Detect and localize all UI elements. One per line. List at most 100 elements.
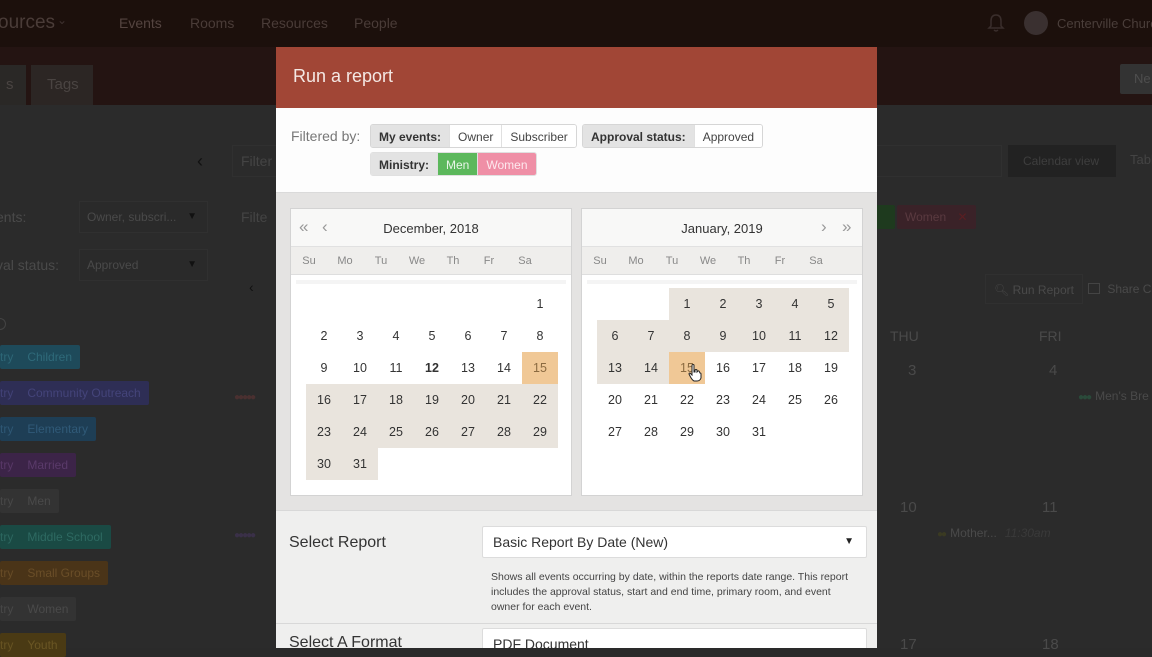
nav-people[interactable]: People — [354, 15, 398, 31]
calendar-day[interactable]: 4 — [777, 288, 813, 320]
calendar-day[interactable]: 6 — [597, 320, 633, 352]
nav-resources[interactable]: Resources — [261, 15, 328, 31]
calendar-day[interactable]: 20 — [597, 384, 633, 416]
ministry-tag[interactable]: try Youth — [0, 633, 66, 657]
remove-icon[interactable]: ✕ — [957, 210, 967, 224]
ministry-tag[interactable]: try Elementary — [0, 417, 97, 441]
calendar-day[interactable]: 17 — [741, 352, 777, 384]
calendar-day[interactable]: 16 — [705, 352, 741, 384]
select-report-dropdown[interactable]: Basic Report By Date (New) ▼ — [482, 526, 867, 558]
nav-events[interactable]: Events — [119, 15, 162, 31]
calendar-day[interactable]: 13 — [597, 352, 633, 384]
ministry-tag[interactable]: try Small Groups — [0, 561, 109, 585]
avatar[interactable] — [1024, 11, 1048, 35]
calendar-day[interactable]: 24 — [342, 416, 378, 448]
calendar-day[interactable]: 5 — [813, 288, 849, 320]
calendar-day[interactable]: 1 — [669, 288, 705, 320]
organization-name[interactable]: Centerville Church — [1057, 16, 1152, 31]
info-icon[interactable] — [0, 318, 6, 330]
calendar-day[interactable]: 7 — [633, 320, 669, 352]
calendar-day[interactable]: 26 — [414, 416, 450, 448]
calendar-day[interactable]: 15 — [522, 352, 558, 384]
nav-rooms[interactable]: Rooms — [190, 15, 234, 31]
tab-events[interactable]: s — [0, 65, 26, 105]
filter-value-approved[interactable]: Approved — [693, 125, 763, 147]
collapse-sidebar-icon[interactable]: ‹ — [197, 151, 203, 172]
calendar-day[interactable]: 27 — [597, 416, 633, 448]
calendar-day[interactable]: 7 — [486, 320, 522, 352]
filter-value-women[interactable]: Women — [477, 153, 536, 175]
calendar-day[interactable]: 18 — [378, 384, 414, 416]
ministry-tag[interactable]: try Married — [0, 453, 77, 477]
calendar-day[interactable]: 12 — [813, 320, 849, 352]
calendar-day[interactable]: 12 — [414, 352, 450, 384]
calendar-event[interactable]: ●● Mother... 11:30am — [937, 526, 1051, 540]
calendar-day[interactable]: 26 — [813, 384, 849, 416]
calendar-day[interactable]: 30 — [705, 416, 741, 448]
calendar-day[interactable]: 14 — [486, 352, 522, 384]
men-filter-chip[interactable] — [875, 205, 895, 229]
calendar-day[interactable]: 4 — [378, 320, 414, 352]
calendar-day[interactable]: 25 — [378, 416, 414, 448]
my-events-select[interactable]: Owner, subscri... ▼ — [79, 201, 208, 233]
tab-tags[interactable]: Tags — [31, 65, 93, 105]
calendar-view-button[interactable]: Calendar view — [1008, 145, 1116, 177]
calendar-day[interactable]: 28 — [486, 416, 522, 448]
ministry-tag[interactable]: try Men — [0, 489, 59, 513]
next-year-button[interactable]: » — [842, 217, 851, 237]
calendar-day[interactable]: 28 — [633, 416, 669, 448]
calendar-day[interactable]: 23 — [306, 416, 342, 448]
bell-icon[interactable] — [987, 13, 1005, 33]
calendar-day[interactable]: 6 — [450, 320, 486, 352]
chevron-down-icon[interactable]: ⌄ — [57, 13, 67, 27]
calendar-day[interactable]: 9 — [306, 352, 342, 384]
calendar-day[interactable]: 11 — [777, 320, 813, 352]
filter-value-owner[interactable]: Owner — [449, 125, 502, 147]
filter-value-men[interactable]: Men — [437, 153, 478, 175]
calendar-day[interactable]: 19 — [813, 352, 849, 384]
calendar-day[interactable]: 2 — [306, 320, 342, 352]
calendar-day[interactable]: 16 — [306, 384, 342, 416]
calendar-day[interactable]: 29 — [669, 416, 705, 448]
next-month-button[interactable]: › — [821, 217, 827, 237]
table-view-button[interactable]: Tabl — [1130, 152, 1152, 167]
share-calendar-button[interactable]: Share Ca — [1080, 274, 1152, 304]
calendar-day[interactable]: 8 — [669, 320, 705, 352]
calendar-day[interactable]: 19 — [414, 384, 450, 416]
calendar-day[interactable]: 11 — [378, 352, 414, 384]
calendar-day[interactable]: 10 — [741, 320, 777, 352]
calendar-day[interactable]: 24 — [741, 384, 777, 416]
calendar-day[interactable]: 31 — [342, 448, 378, 480]
calendar-day[interactable]: 18 — [777, 352, 813, 384]
calendar-day[interactable]: 23 — [705, 384, 741, 416]
approval-status-select[interactable]: Approved ▼ — [79, 249, 208, 281]
calendar-day[interactable]: 17 — [342, 384, 378, 416]
select-format-dropdown[interactable]: PDF Document — [482, 628, 867, 648]
calendar-day[interactable]: 9 — [705, 320, 741, 352]
calendar-day[interactable]: 2 — [705, 288, 741, 320]
calendar-day[interactable]: 30 — [306, 448, 342, 480]
calendar-day[interactable]: 22 — [669, 384, 705, 416]
previous-month-button[interactable]: ‹ — [243, 279, 265, 301]
calendar-day[interactable]: 20 — [450, 384, 486, 416]
ministry-tag[interactable]: try Children — [0, 345, 81, 369]
calendar-event[interactable]: ●●● Men's Bre — [1078, 389, 1149, 403]
filter-value-subscriber[interactable]: Subscriber — [501, 125, 576, 147]
women-filter-chip[interactable]: Women ✕ — [897, 205, 976, 229]
calendar-day[interactable]: 10 — [342, 352, 378, 384]
calendar-day[interactable]: 14 — [633, 352, 669, 384]
calendar-day[interactable]: 1 — [522, 288, 558, 320]
calendar-day[interactable]: 22 — [522, 384, 558, 416]
run-report-button[interactable]: 🔍︎ Run Report — [985, 274, 1083, 304]
calendar-day[interactable]: 5 — [414, 320, 450, 352]
ministry-tag[interactable]: try Women — [0, 597, 77, 621]
calendar-day[interactable]: 8 — [522, 320, 558, 352]
ministry-tag[interactable]: try Community Outreach — [0, 381, 149, 405]
calendar-day[interactable]: 3 — [741, 288, 777, 320]
brand-title[interactable]: ources — [0, 12, 55, 34]
new-button[interactable]: Ne — [1120, 64, 1152, 94]
calendar-day[interactable]: 21 — [633, 384, 669, 416]
calendar-day[interactable]: 25 — [777, 384, 813, 416]
calendar-day[interactable]: 3 — [342, 320, 378, 352]
calendar-day[interactable]: 29 — [522, 416, 558, 448]
